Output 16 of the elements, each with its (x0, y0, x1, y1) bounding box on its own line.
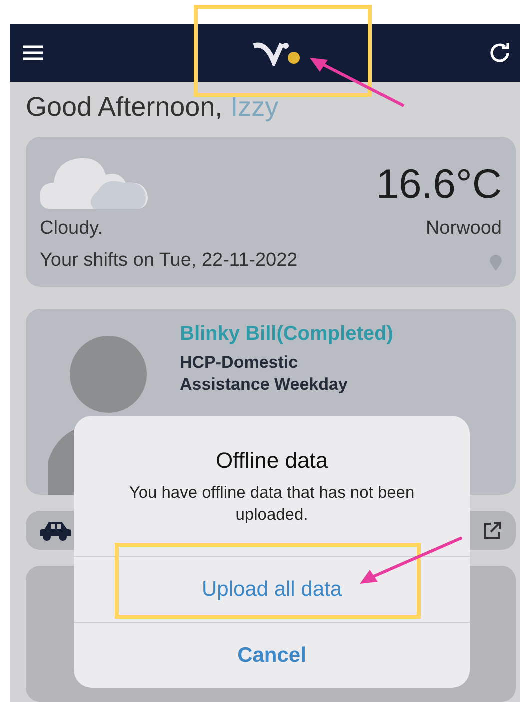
service-name: HCP-Domestic (180, 352, 300, 374)
pin-icon (490, 255, 502, 272)
shifts-date-text: Your shifts on Tue, 22-11-2022 (40, 250, 299, 273)
car-icon[interactable] (38, 520, 72, 542)
service-name: Assistance Weekday (180, 374, 349, 396)
client-name: Blinky Bill(Completed) (180, 323, 394, 346)
greeting-text: Good Afternoon, (26, 92, 223, 123)
dialog-title: Offline data (216, 448, 328, 474)
location-name: Norwood (426, 218, 502, 242)
weather-condition: Cloudy. (40, 218, 104, 242)
cancel-button[interactable]: Cancel (74, 622, 470, 688)
user-name: Izzy (230, 92, 279, 123)
refresh-icon[interactable] (488, 41, 512, 65)
external-link-icon[interactable] (482, 520, 502, 541)
temperature: 16.6°C (376, 161, 502, 208)
menu-icon[interactable] (22, 45, 44, 61)
